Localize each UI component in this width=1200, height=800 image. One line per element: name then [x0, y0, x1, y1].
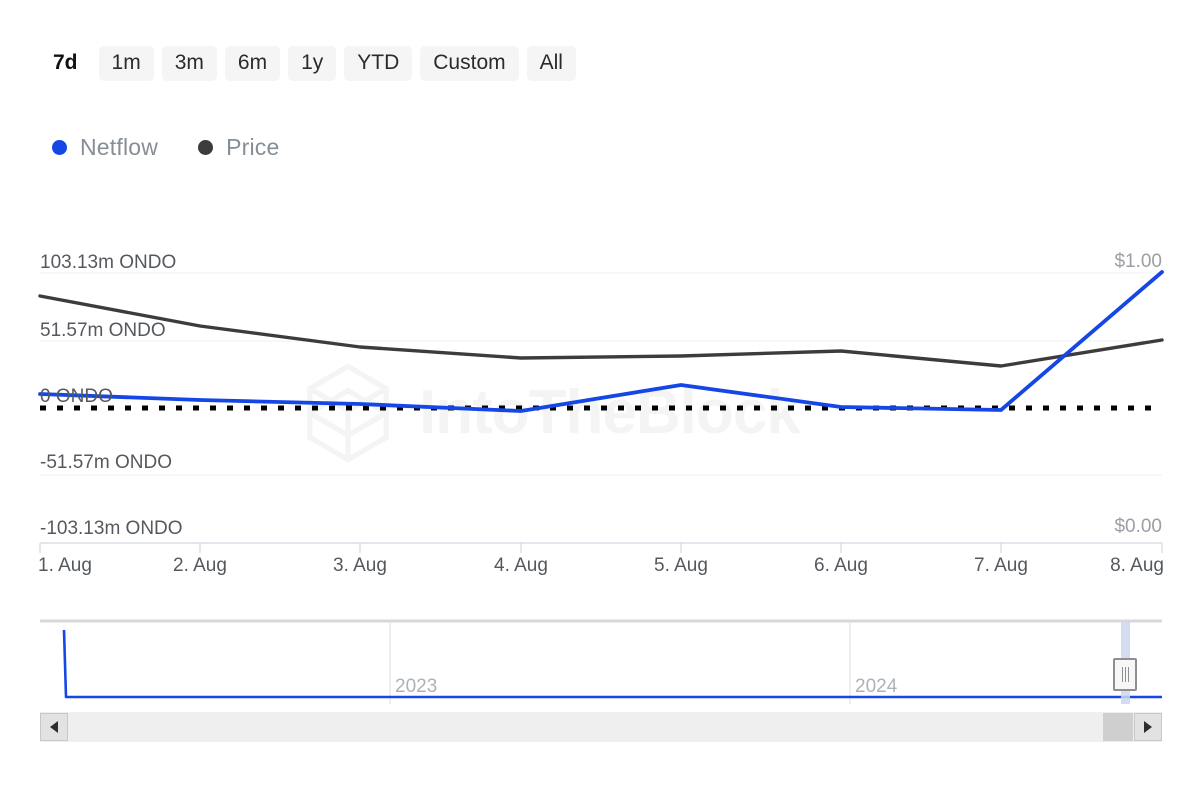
range-button-custom[interactable]: Custom — [420, 46, 518, 81]
scrollbar-thumb[interactable] — [1103, 713, 1133, 741]
dot-icon — [198, 140, 213, 155]
xaxis-tick-5: 5. Aug — [654, 555, 708, 577]
yaxis-left-label-4: -51.57m ONDO — [40, 452, 172, 474]
time-range-selector: 7d 1m 3m 6m 1y YTD Custom All — [40, 46, 576, 81]
netflow-price-chart-widget: 7d 1m 3m 6m 1y YTD Custom All Netflow Pr… — [0, 0, 1200, 800]
xaxis-tick-6: 6. Aug — [814, 555, 868, 577]
range-button-3m[interactable]: 3m — [162, 46, 217, 81]
navigator-year-label-2023: 2023 — [395, 676, 437, 698]
yaxis-right-label-1: $1.00 — [1114, 251, 1162, 273]
xaxis-tick-7: 7. Aug — [974, 555, 1028, 577]
series-line-price — [40, 296, 1162, 366]
dot-icon — [52, 140, 67, 155]
navigator-handle-right[interactable] — [1113, 658, 1137, 691]
yaxis-left-label-5: -103.13m ONDO — [40, 518, 183, 540]
navigator-overview-svg — [40, 618, 1162, 710]
yaxis-left-label-1: 103.13m ONDO — [40, 252, 176, 274]
scrollbar-left-button[interactable] — [40, 713, 68, 741]
xaxis-tick-3: 3. Aug — [333, 555, 387, 577]
range-button-1y[interactable]: 1y — [288, 46, 336, 81]
range-button-ytd[interactable]: YTD — [344, 46, 412, 81]
range-button-all[interactable]: All — [527, 46, 576, 81]
yaxis-left-label-3: 0 ONDO — [40, 386, 113, 408]
grip-line-icon — [1122, 667, 1123, 682]
xaxis-tick-2: 2. Aug — [173, 555, 227, 577]
grip-line-icon — [1125, 667, 1126, 682]
range-button-7d[interactable]: 7d — [40, 46, 91, 81]
chart-series-svg — [0, 230, 1200, 560]
grip-line-icon — [1128, 667, 1129, 682]
scrollbar-track[interactable] — [40, 712, 1162, 742]
legend-label-netflow: Netflow — [80, 134, 158, 161]
navigator-year-label-2024: 2024 — [855, 676, 897, 698]
legend-label-price: Price — [226, 134, 279, 161]
navigator-series-line — [64, 630, 1162, 697]
xaxis-tick-1: 1. Aug — [38, 555, 92, 577]
legend-item-netflow[interactable]: Netflow — [52, 134, 158, 161]
range-button-6m[interactable]: 6m — [225, 46, 280, 81]
yaxis-left-label-2: 51.57m ONDO — [40, 320, 166, 342]
chart-plot-area[interactable]: 103.13m ONDO 51.57m ONDO 0 ONDO -51.57m … — [0, 230, 1200, 560]
chart-navigator[interactable]: 2023 2024 — [40, 618, 1162, 710]
scrollbar-right-button[interactable] — [1134, 713, 1162, 741]
chart-legend: Netflow Price — [52, 134, 280, 161]
xaxis-tick-4: 4. Aug — [494, 555, 548, 577]
horizontal-scrollbar[interactable] — [40, 712, 1162, 742]
yaxis-right-label-2: $0.00 — [1114, 516, 1162, 538]
range-button-1m[interactable]: 1m — [99, 46, 154, 81]
legend-item-price[interactable]: Price — [198, 134, 279, 161]
chevron-right-icon — [1144, 721, 1152, 733]
xaxis-tick-8: 8. Aug — [1110, 555, 1164, 577]
chevron-left-icon — [50, 721, 58, 733]
